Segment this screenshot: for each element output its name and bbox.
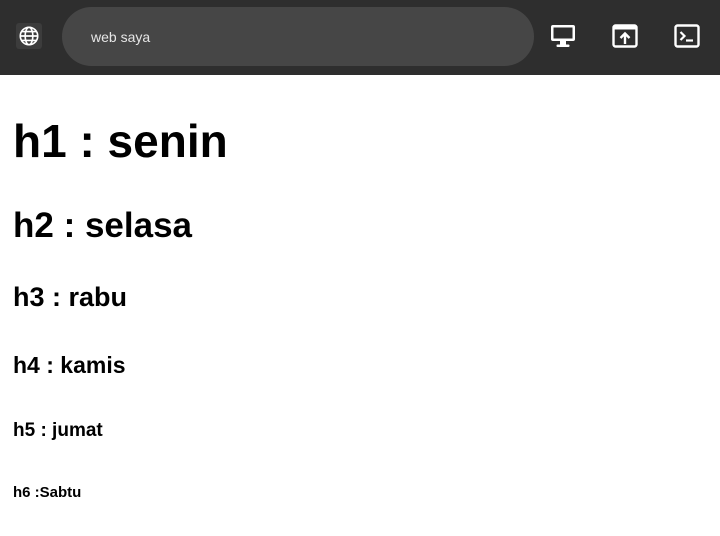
open-in-new-window-icon — [612, 24, 638, 48]
page-content: h1 : senin h2 : selasa h3 : rabu h4 : ka… — [0, 75, 720, 536]
terminal-button[interactable] — [673, 22, 701, 50]
address-bar[interactable]: web saya — [62, 7, 534, 66]
browser-toolbar: web saya — [0, 0, 720, 75]
open-external-button[interactable] — [611, 22, 639, 50]
monitor-button[interactable] — [549, 22, 577, 50]
terminal-icon — [674, 24, 700, 48]
heading-h5: h5 : jumat — [13, 420, 103, 441]
heading-h6: h6 :Sabtu — [13, 484, 82, 501]
heading-h1: h1 : senin — [13, 115, 228, 167]
heading-h4: h4 : kamis — [13, 352, 126, 378]
monitor-icon — [551, 25, 575, 47]
heading-h2: h2 : selasa — [13, 206, 192, 245]
globe-icon[interactable] — [16, 23, 42, 49]
address-bar-text: web saya — [91, 28, 151, 45]
heading-h3: h3 : rabu — [13, 282, 128, 312]
